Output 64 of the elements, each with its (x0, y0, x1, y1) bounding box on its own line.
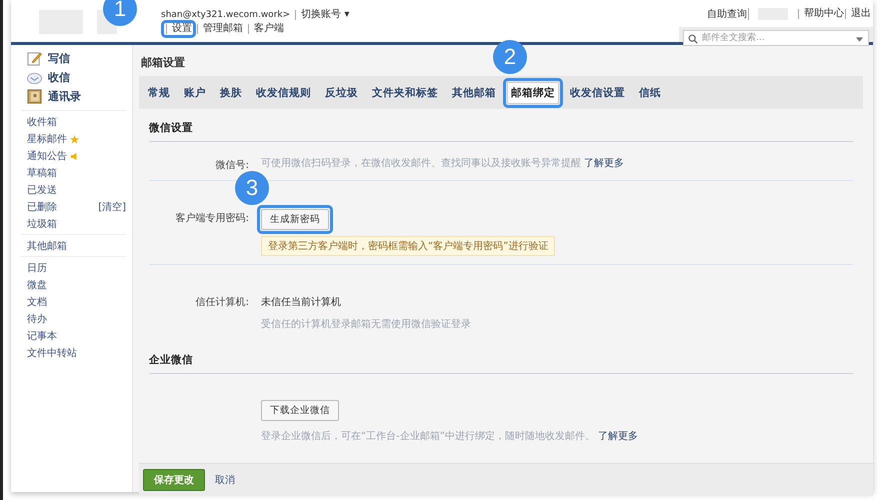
folder-link[interactable]: 待办 (27, 312, 47, 326)
step-number: 3 (235, 171, 269, 205)
action-button[interactable]: 生成新密码 (261, 209, 329, 230)
field-label: 客户端专用密码: (176, 213, 249, 224)
step-number: 1 (103, 0, 137, 26)
cancel-link[interactable]: 取消 (215, 473, 235, 487)
settings-tab[interactable]: 收发信设置 (567, 83, 628, 103)
action-button[interactable]: 下载企业微信 (261, 400, 339, 421)
search-field[interactable]: 邮件全文搜索... (683, 30, 869, 46)
folder-link[interactable]: 草稿箱 (27, 166, 57, 180)
hint-text: 可使用微信扫码登录，在微信收发邮件、查找同事以及接收账号异常提醒 (261, 156, 581, 170)
empty-trash-link[interactable]: [清空] (98, 200, 126, 214)
folder-link[interactable]: 垃圾箱 (27, 217, 57, 231)
nav-link[interactable]: 设置 (166, 24, 192, 34)
notice-banner: 登录第三方客户端时，密码框需输入“客户端专用密码”进行验证 (261, 236, 556, 256)
field-label: 微信号: (216, 160, 249, 171)
folder-link[interactable]: 微盘 (27, 278, 47, 292)
sidebar-action-link[interactable]: 写信 (48, 51, 70, 66)
page-title: 邮箱设置 (140, 55, 185, 71)
pencil-note-icon (27, 51, 42, 66)
sidebar-action-link[interactable]: 收信 (48, 70, 70, 85)
highlight-frame (161, 20, 196, 38)
search-icon (688, 34, 698, 44)
top-link[interactable]: 退出 (845, 9, 871, 19)
status-text: 未信任当前计算机 (261, 296, 341, 309)
folder-link[interactable]: 收件箱 (27, 115, 57, 129)
hint-text: 登录企业微信后，可在“工作台-企业邮箱”中进行绑定，随时随地收发邮件。 (261, 430, 595, 443)
highlight-frame (503, 78, 563, 108)
sidebar-action-link[interactable]: 通讯录 (48, 89, 81, 104)
account-email: shan@xty321.wecom.work> (161, 10, 290, 20)
settings-tab[interactable]: 文件夹和标签 (369, 83, 441, 103)
section-title: 微信设置 (149, 119, 853, 142)
settings-tab[interactable]: 反垃圾 (322, 83, 361, 103)
learn-more-link[interactable]: 了解更多 (584, 156, 624, 170)
section-title: 企业微信 (149, 351, 853, 374)
folder-link[interactable]: 星标邮件 (27, 132, 67, 146)
folder-link[interactable]: 记事本 (27, 329, 57, 343)
folder-link[interactable]: 文件中转站 (27, 346, 77, 360)
settings-tab[interactable]: 常规 (145, 83, 173, 103)
address-book-icon (27, 89, 42, 104)
envelope-icon (27, 70, 42, 85)
star-icon (70, 134, 79, 144)
nav-link[interactable]: 客户端 (248, 24, 284, 34)
settings-tab[interactable]: 账户 (181, 83, 209, 103)
switch-account-link[interactable]: 切换账号 ▾ (295, 10, 350, 20)
nav-link[interactable]: 管理邮箱 (197, 24, 243, 34)
settings-tab[interactable]: 信纸 (636, 83, 664, 103)
speaker-icon (70, 152, 79, 160)
folder-link[interactable]: 通知公告 (27, 149, 67, 163)
hint-text: 受信任的计算机登录邮箱无需使用微信验证登录 (261, 318, 471, 331)
folder-link[interactable]: 已删除 (27, 200, 57, 214)
field-label: 信任计算机: (196, 297, 249, 308)
settings-tab[interactable]: 收发信规则 (253, 83, 314, 103)
top-link[interactable]: 帮助中心 (798, 9, 844, 19)
step-number: 2 (493, 40, 527, 74)
top-link[interactable]: 自助查询 (707, 7, 747, 21)
settings-tab[interactable]: 换肤 (217, 83, 245, 103)
settings-tab[interactable]: 邮箱绑定 (507, 82, 559, 104)
folder-link[interactable]: 其他邮箱 (27, 239, 67, 253)
learn-more-link[interactable]: 了解更多 (598, 429, 638, 443)
settings-tab[interactable]: 其他邮箱 (449, 83, 499, 103)
folder-link[interactable]: 日历 (27, 261, 47, 275)
folder-link[interactable]: 已发送 (27, 183, 57, 197)
folder-link[interactable]: 文档 (27, 295, 47, 309)
